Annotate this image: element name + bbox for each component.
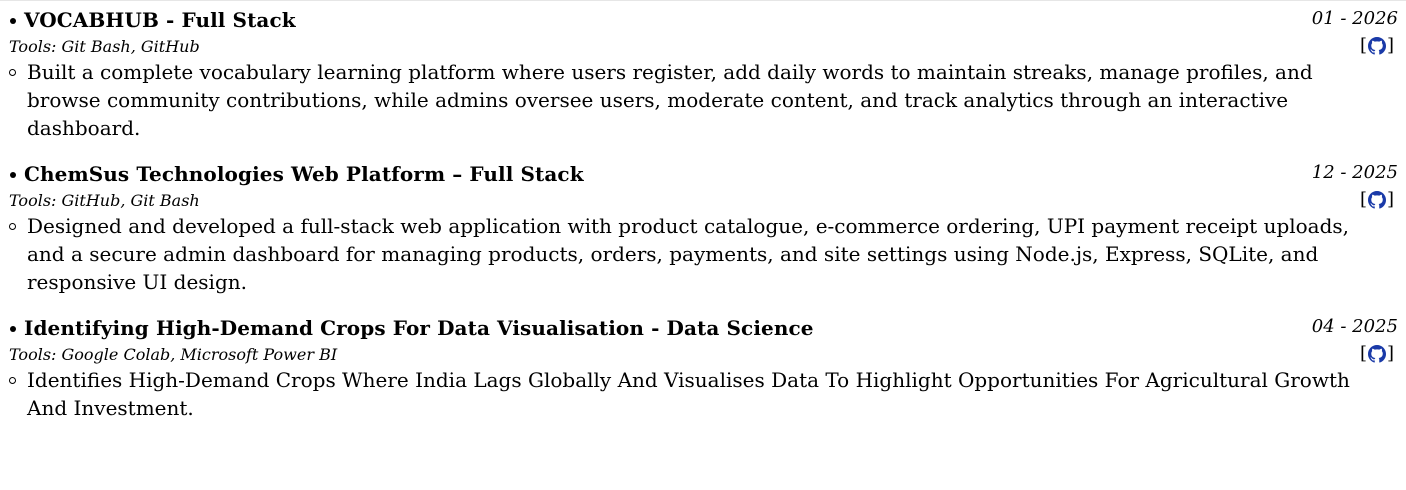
link-bracket-open: [ (1359, 189, 1367, 210)
project-description-item: Built a complete vocabulary learning pla… (8, 58, 1377, 142)
project-title: VOCABHUB - Full Stack (24, 8, 296, 32)
project-tools-row: Tools: Google Colab, Microsoft Power BI … (8, 342, 1398, 366)
link-bracket-close: ] (1386, 343, 1394, 364)
project-tools: Tools: Git Bash, GitHub (9, 36, 200, 56)
project-entry: Identifying High-Demand Crops For Data V… (8, 314, 1398, 422)
top-divider (0, 0, 1406, 1)
projects-list: VOCABHUB - Full Stack 01 - 2026 Tools: G… (8, 6, 1398, 440)
project-entry: ChemSus Technologies Web Platform – Full… (8, 160, 1398, 296)
github-icon[interactable] (1367, 344, 1386, 363)
project-description: Identifies High-Demand Crops Where India… (27, 368, 1350, 420)
github-link[interactable]: [ ] (1360, 189, 1394, 210)
bullet-icon (10, 326, 16, 332)
project-entry: VOCABHUB - Full Stack 01 - 2026 Tools: G… (8, 6, 1398, 142)
project-tools: Tools: GitHub, Git Bash (9, 190, 200, 210)
project-description-item: Designed and developed a full-stack web … (8, 212, 1377, 296)
project-title: Identifying High-Demand Crops For Data V… (24, 316, 814, 340)
github-link[interactable]: [ ] (1360, 35, 1394, 56)
link-bracket-open: [ (1359, 343, 1367, 364)
project-tools-row: Tools: Git Bash, GitHub [ ] (8, 34, 1398, 58)
project-date: 01 - 2026 (1311, 8, 1398, 29)
project-tools-row: Tools: GitHub, Git Bash [ ] (8, 188, 1398, 212)
project-description: Built a complete vocabulary learning pla… (27, 60, 1313, 140)
project-tools: Tools: Google Colab, Microsoft Power BI (9, 344, 338, 364)
project-header: ChemSus Technologies Web Platform – Full… (8, 160, 1398, 188)
project-header: Identifying High-Demand Crops For Data V… (8, 314, 1398, 342)
project-date: 04 - 2025 (1311, 316, 1398, 337)
project-date: 12 - 2025 (1311, 162, 1398, 183)
github-icon[interactable] (1367, 36, 1386, 55)
project-description: Designed and developed a full-stack web … (27, 214, 1350, 294)
github-link[interactable]: [ ] (1360, 343, 1394, 364)
project-header: VOCABHUB - Full Stack 01 - 2026 (8, 6, 1398, 34)
sub-bullet-icon (9, 223, 16, 230)
sub-bullet-icon (9, 69, 16, 76)
bullet-icon (10, 18, 16, 24)
link-bracket-close: ] (1386, 35, 1394, 56)
link-bracket-close: ] (1386, 189, 1394, 210)
sub-bullet-icon (9, 377, 16, 384)
github-icon[interactable] (1367, 190, 1386, 209)
project-description-item: Identifies High-Demand Crops Where India… (8, 366, 1377, 422)
project-title: ChemSus Technologies Web Platform – Full… (24, 162, 584, 186)
link-bracket-open: [ (1359, 35, 1367, 56)
bullet-icon (10, 172, 16, 178)
